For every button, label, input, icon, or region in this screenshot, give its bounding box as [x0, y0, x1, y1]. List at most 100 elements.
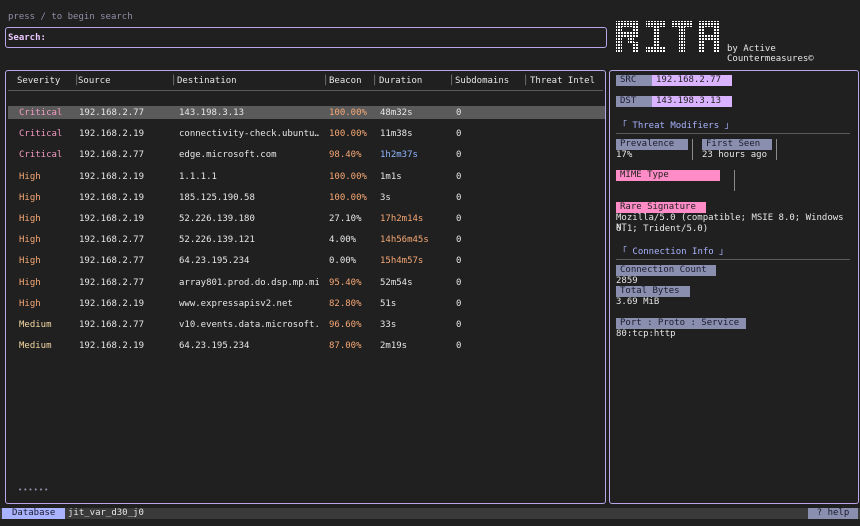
duration-cell: 48m32s [380, 108, 413, 118]
rare-signature-value-line2: 6.1; Trident/5.0) [616, 224, 709, 234]
search-hint: press / to begin search [8, 12, 133, 22]
rita-logo-graphic [616, 21, 720, 52]
col-separator: │ [372, 76, 378, 86]
table-row[interactable]: Medium 192.168.2.77 v10.events.data.micros… [8, 318, 605, 331]
source-cell: 192.168.2.19 [79, 214, 145, 224]
beacon-cell: 87.00% [329, 341, 362, 352]
source-cell: 192.168.2.19 [79, 298, 145, 309]
destination-cell: 52.226.139.121 [179, 235, 255, 246]
severity-cell: High [19, 214, 41, 224]
severity-cell: High [19, 192, 41, 203]
destination-cell: 143.198.3.13 [179, 108, 245, 118]
duration-cell: 33s [380, 320, 397, 330]
destination-cell: connectivity-check.ubuntu… [179, 129, 319, 140]
col-header-beacon[interactable]: Beacon [329, 76, 362, 88]
destination-cell: array801.prod.do.dsp.mp.mi… [179, 277, 319, 288]
subdomains-cell: 0 [456, 214, 462, 224]
search-box[interactable]: Search: [5, 27, 607, 48]
source-cell: 192.168.2.77 [79, 108, 145, 118]
col-separator: │ [323, 76, 329, 86]
src-label: SRC [616, 75, 652, 86]
subdomains-cell: 0 [456, 171, 462, 182]
header-divider [8, 90, 603, 91]
rare-signature-badge: Rare Signature [616, 202, 706, 213]
port-proto-service-label: Port : Proto : Service [616, 318, 746, 329]
search-input[interactable] [50, 31, 590, 44]
prevalence-value: 17% [616, 150, 633, 160]
beacon-cell: 100.00% [329, 192, 367, 203]
field-separator [776, 139, 777, 160]
src-value: 192.168.2.77 [652, 75, 732, 86]
table-row[interactable]: Critical 192.168.2.19 connectivity-check.u… [8, 127, 605, 140]
source-cell: 192.168.2.19 [79, 341, 145, 352]
table-row[interactable]: High 192.168.2.77 64.23.195.234 0.00% 15h4m5… [8, 254, 605, 267]
source-cell: 192.168.2.19 [79, 171, 145, 182]
connection-count-value: 2859 [616, 276, 638, 286]
duration-cell: 17h2m14s [380, 214, 424, 224]
first-seen-label: First Seen [702, 139, 772, 150]
help-button[interactable]: ? help [808, 508, 858, 519]
col-separator: │ [171, 76, 177, 86]
destination-cell: 64.23.195.234 [179, 256, 250, 267]
beacon-cell: 100.00% [329, 129, 367, 140]
beacon-cell: 82.80% [329, 298, 362, 309]
destination-cell: 52.226.139.180 [179, 214, 255, 224]
subdomains-cell: 0 [456, 256, 462, 267]
severity-cell: Critical [19, 108, 63, 118]
table-row[interactable]: High 192.168.2.77 52.226.139.121 4.00% 14h56… [8, 233, 605, 246]
subdomains-cell: 0 [456, 341, 462, 352]
search-label: Search: [8, 33, 46, 43]
source-cell: 192.168.2.77 [79, 150, 145, 161]
pagination-dots[interactable]: •••••• [18, 486, 49, 494]
dst-label: DST [616, 96, 652, 107]
severity-cell: High [19, 277, 41, 288]
first-seen-value: 23 hours ago [702, 150, 768, 160]
table-row[interactable]: Critical 192.168.2.77 143.198.3.13 100.00% 4… [8, 106, 605, 119]
source-cell: 192.168.2.19 [79, 129, 145, 140]
source-cell: 192.168.2.77 [79, 256, 145, 267]
beacon-cell: 4.00% [329, 235, 357, 246]
duration-cell: 51s [380, 298, 397, 309]
duration-cell: 11m38s [380, 129, 413, 140]
beacon-cell: 100.00% [329, 171, 367, 182]
beacon-cell: 0.00% [329, 256, 357, 267]
mime-mismatch-badge: MIME Type Mismatch [616, 170, 720, 191]
duration-cell: 15h4m57s [380, 256, 424, 267]
beacon-cell: 95.40% [329, 277, 362, 288]
table-row[interactable]: Medium 192.168.2.19 64.23.195.234 87.00% 2m1… [8, 339, 605, 352]
beacon-cell: 98.40% [329, 150, 362, 161]
table-row[interactable]: High 192.168.2.19 185.125.190.58 100.00% 3s 0 [8, 191, 605, 204]
severity-cell: Critical [19, 129, 63, 140]
section-divider [616, 133, 850, 134]
beacon-cell: 96.60% [329, 320, 362, 330]
duration-cell: 1h2m37s [380, 150, 418, 161]
table-row[interactable]: Critical 192.168.2.77 edge.microsoft.com 98… [8, 148, 605, 161]
col-header-duration[interactable]: Duration [379, 76, 422, 88]
table-row[interactable]: High 192.168.2.19 www.expressapisv2.net 82.… [8, 297, 605, 310]
col-header-severity[interactable]: Severity [17, 76, 60, 88]
severity-cell: High [19, 256, 41, 267]
section-divider [616, 259, 850, 260]
duration-cell: 2m19s [380, 341, 408, 352]
prevalence-label: Prevalence [616, 139, 688, 150]
database-name: jit_var_d30_j0 [68, 508, 144, 518]
col-header-source[interactable]: Source [78, 76, 111, 88]
table-row[interactable]: High 192.168.2.77 array801.prod.do.dsp.mp.… [8, 276, 605, 289]
results-table-panel: Severity │ Source │ Destination │ Beacon… [5, 70, 606, 504]
severity-cell: High [19, 235, 41, 246]
col-header-subdomains[interactable]: Subdomains [455, 76, 509, 88]
destination-cell: 185.125.190.58 [179, 192, 255, 203]
byline: by Active Countermeasures© [727, 44, 814, 64]
table-row[interactable]: High 192.168.2.19 1.1.1.1 100.00% 1m1s 0 [8, 170, 605, 183]
col-header-threat-intel[interactable]: Threat Intel [530, 76, 595, 88]
table-row[interactable]: High 192.168.2.19 52.226.139.180 27.10% 17h2… [8, 212, 605, 225]
destination-cell: edge.microsoft.com [179, 150, 277, 161]
severity-cell: Medium [19, 341, 52, 352]
severity-cell: High [19, 298, 41, 309]
source-cell: 192.168.2.77 [79, 320, 145, 330]
subdomains-cell: 0 [456, 108, 462, 118]
duration-cell: 1m1s [380, 171, 402, 182]
col-header-destination[interactable]: Destination [177, 76, 237, 88]
subdomains-cell: 0 [456, 277, 462, 288]
col-separator: │ [449, 76, 455, 86]
